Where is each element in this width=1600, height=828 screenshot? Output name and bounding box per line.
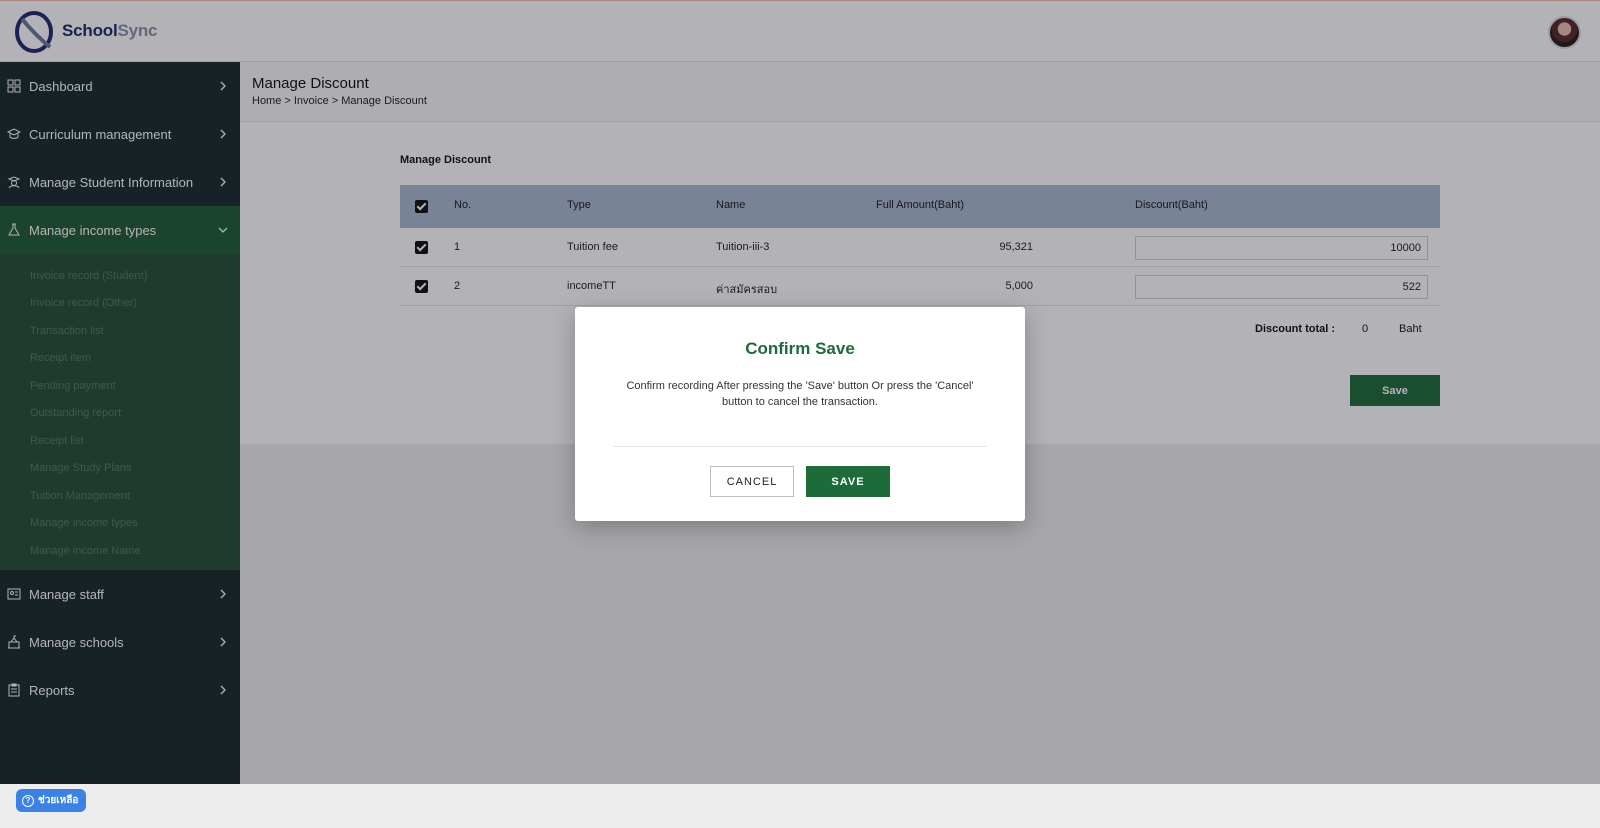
dialog-title: Confirm Save — [745, 339, 855, 358]
cancel-button[interactable]: CANCEL — [710, 466, 794, 497]
dialog-divider — [613, 446, 987, 447]
footer — [0, 784, 1600, 828]
dialog-message: Confirm recording After pressing the 'Sa… — [626, 380, 974, 408]
question-icon: ? — [22, 794, 34, 807]
confirm-save-button[interactable]: SAVE — [806, 466, 890, 497]
help-button[interactable]: ? ช่วยเหลือ — [16, 789, 86, 812]
help-label: ช่วยเหลือ — [38, 795, 79, 806]
confirm-save-dialog: Confirm Save Confirm recording After pre… — [575, 307, 1025, 521]
